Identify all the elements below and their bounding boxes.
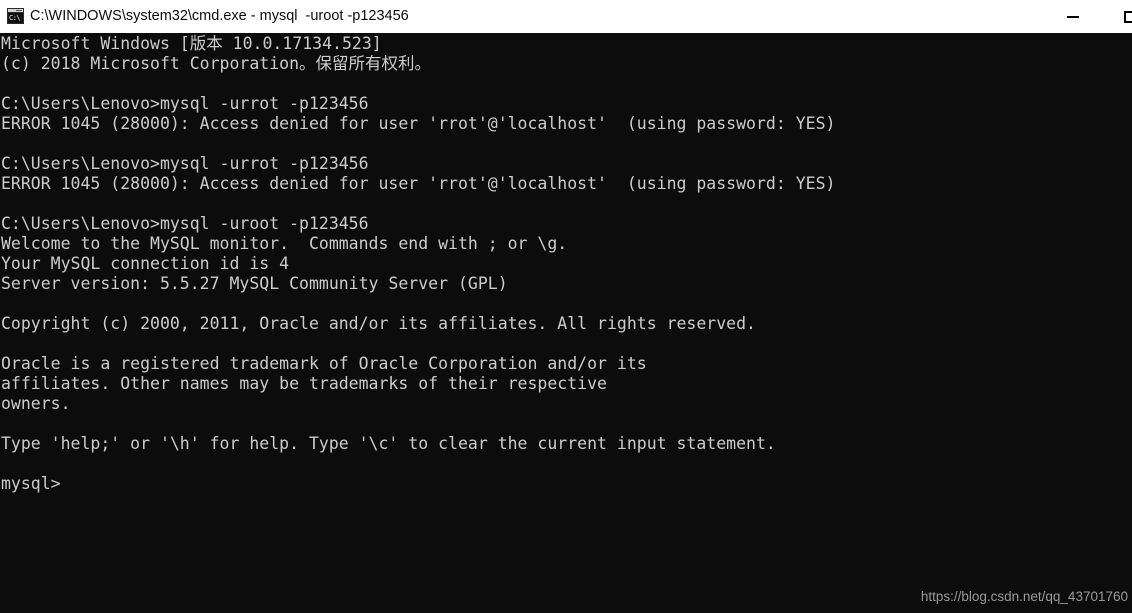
icon-console-glyph: C:\ [8,13,23,23]
window-title: C:\WINDOWS\system32\cmd.exe - mysql -uro… [30,8,409,24]
minimize-icon [1067,16,1079,18]
maximize-button[interactable] [1110,0,1132,33]
maximize-icon [1124,11,1132,23]
cmd-exe-icon: C:\ [7,8,24,24]
console-text: Microsoft Windows [版本 10.0.17134.523] (c… [1,34,836,493]
watermark-url: https://blog.csdn.net/qq_43701760 [920,589,1128,604]
title-bar[interactable]: C:\ C:\WINDOWS\system32\cmd.exe - mysql … [0,0,1132,33]
minimize-button[interactable] [1050,0,1096,33]
cmd-window: C:\ C:\WINDOWS\system32\cmd.exe - mysql … [0,0,1132,613]
console-output-area[interactable]: Microsoft Windows [版本 10.0.17134.523] (c… [0,33,1132,613]
